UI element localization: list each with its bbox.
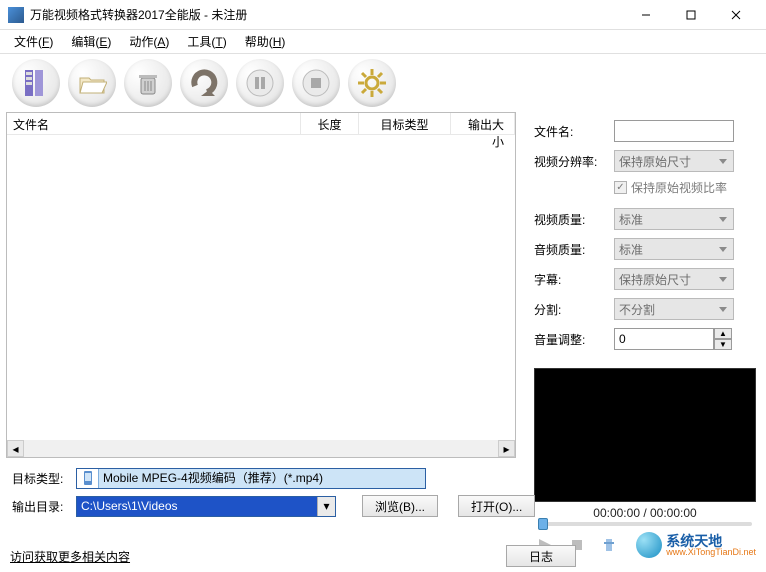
window-title: 万能视频格式转换器2017全能版 - 未注册 bbox=[30, 6, 623, 23]
volume-down-button[interactable]: ▼ bbox=[714, 339, 732, 350]
col-length[interactable]: 长度 bbox=[301, 113, 359, 134]
target-type-label: 目标类型: bbox=[12, 470, 70, 487]
add-file-button[interactable] bbox=[12, 59, 60, 107]
aquality-select[interactable]: 标准 bbox=[614, 238, 734, 260]
horizontal-scrollbar[interactable]: ◂ ▸ bbox=[7, 440, 515, 457]
properties-panel: 文件名: 视频分辨率: 保持原始尺寸 ✓ 保持原始视频比率 视频质量: 标准 音… bbox=[516, 112, 766, 458]
seek-thumb[interactable] bbox=[538, 518, 548, 530]
menu-edit[interactable]: 编辑(E) bbox=[63, 29, 119, 54]
filename-label: 文件名: bbox=[534, 123, 614, 140]
menu-tool[interactable]: 工具(T) bbox=[179, 29, 234, 54]
col-filename[interactable]: 文件名 bbox=[7, 113, 301, 134]
scroll-track[interactable] bbox=[24, 440, 498, 457]
time-display: 00:00:00 / 00:00:00 bbox=[534, 506, 756, 520]
open-button[interactable]: 打开(O)... bbox=[458, 495, 535, 517]
split-select[interactable]: 不分割 bbox=[614, 298, 734, 320]
scroll-left-icon[interactable]: ◂ bbox=[7, 440, 24, 457]
menu-help[interactable]: 帮助(H) bbox=[237, 29, 294, 54]
menu-action[interactable]: 动作(A) bbox=[121, 29, 177, 54]
subtitle-select[interactable]: 保持原始尺寸 bbox=[614, 268, 734, 290]
dropdown-icon[interactable]: ▾ bbox=[317, 497, 335, 516]
delete-button[interactable] bbox=[124, 59, 172, 107]
split-label: 分割: bbox=[534, 301, 614, 318]
stop-button[interactable] bbox=[292, 59, 340, 107]
scroll-right-icon[interactable]: ▸ bbox=[498, 440, 515, 457]
col-target-type[interactable]: 目标类型 bbox=[359, 113, 451, 134]
filename-input[interactable] bbox=[614, 120, 734, 142]
log-button[interactable]: 日志 bbox=[506, 545, 576, 567]
phone-icon bbox=[77, 469, 99, 488]
output-dir-value: C:\Users\1\Videos bbox=[77, 497, 317, 516]
volume-label: 音量调整: bbox=[534, 331, 614, 348]
app-icon bbox=[8, 7, 24, 23]
open-folder-button[interactable] bbox=[68, 59, 116, 107]
seek-slider[interactable] bbox=[538, 522, 752, 526]
output-dir-combo[interactable]: C:\Users\1\Videos ▾ bbox=[76, 496, 336, 517]
close-button[interactable] bbox=[713, 1, 758, 29]
maximize-button[interactable] bbox=[668, 1, 713, 29]
vquality-select[interactable]: 标准 bbox=[614, 208, 734, 230]
convert-button[interactable] bbox=[180, 59, 228, 107]
browse-button[interactable]: 浏览(B)... bbox=[362, 495, 438, 517]
resolution-select[interactable]: 保持原始尺寸 bbox=[614, 150, 734, 172]
more-info-link[interactable]: 访问获取更多相关内容 bbox=[10, 548, 130, 565]
keep-ratio-checkbox[interactable]: ✓ bbox=[614, 181, 627, 194]
menu-file[interactable]: 文件(F) bbox=[6, 29, 61, 54]
col-output-size[interactable]: 输出大小 bbox=[451, 113, 515, 134]
minimize-button[interactable] bbox=[623, 1, 668, 29]
video-preview bbox=[534, 368, 756, 502]
target-type-selector[interactable]: Mobile MPEG-4视频编码（推荐）(*.mp4) bbox=[76, 468, 426, 489]
subtitle-label: 字幕: bbox=[534, 271, 614, 288]
volume-input[interactable] bbox=[614, 328, 714, 350]
aquality-label: 音频质量: bbox=[534, 241, 614, 258]
file-list[interactable]: 文件名 长度 目标类型 输出大小 ◂ ▸ bbox=[6, 112, 516, 458]
list-header: 文件名 长度 目标类型 输出大小 bbox=[7, 113, 515, 135]
target-type-value: Mobile MPEG-4视频编码（推荐）(*.mp4) bbox=[99, 469, 425, 488]
output-dir-label: 输出目录: bbox=[12, 498, 70, 515]
keep-ratio-label: 保持原始视频比率 bbox=[631, 179, 727, 196]
volume-up-button[interactable]: ▲ bbox=[714, 328, 732, 339]
settings-button[interactable] bbox=[348, 59, 396, 107]
vquality-label: 视频质量: bbox=[534, 211, 614, 228]
pause-button[interactable] bbox=[236, 59, 284, 107]
resolution-label: 视频分辨率: bbox=[534, 153, 614, 170]
